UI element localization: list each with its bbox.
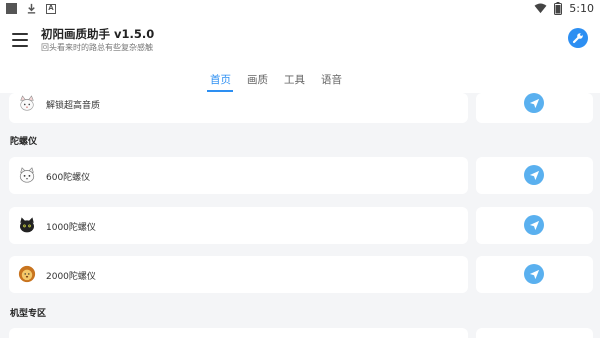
send-button[interactable] (524, 215, 544, 235)
send-icon (529, 220, 539, 230)
status-time: 5:10 (569, 2, 594, 15)
tools-button[interactable] (568, 28, 588, 48)
list-item[interactable] (9, 328, 468, 338)
send-icon (529, 170, 539, 180)
tab-indicator (207, 90, 233, 92)
list-item[interactable]: 2000陀螺仪 (9, 256, 468, 293)
section-title: 机型专区 (10, 309, 47, 319)
list-item[interactable]: 解锁超高音质 (9, 93, 468, 123)
send-button-row[interactable] (476, 328, 593, 338)
send-button[interactable] (524, 165, 544, 185)
item-label: 解锁超高音质 (46, 101, 101, 111)
section-title: 陀螺仪 (10, 137, 38, 147)
white-cat-icon (20, 95, 34, 111)
menu-icon-line (12, 39, 28, 41)
tab-quality[interactable]: 画质 (247, 72, 268, 87)
tab-voice[interactable]: 语音 (321, 72, 342, 87)
app-subtitle: 回头看来时的路总有些复杂感触 (41, 43, 153, 52)
battery-icon (554, 2, 563, 15)
send-button-row[interactable] (476, 93, 593, 123)
send-button[interactable] (524, 264, 544, 284)
item-label: 600陀螺仪 (46, 173, 91, 183)
wifi-icon (534, 3, 547, 14)
black-cat-icon (19, 217, 35, 233)
send-button[interactable] (524, 93, 544, 113)
font-icon: A (46, 3, 56, 14)
send-button-row[interactable] (476, 256, 593, 293)
item-label: 2000陀螺仪 (46, 272, 96, 282)
app-title: 初阳画质助手 v1.5.0 (41, 27, 155, 41)
item-label: 1000陀螺仪 (46, 223, 96, 233)
list-item[interactable]: 600陀螺仪 (9, 157, 468, 194)
app-bar: 初阳画质助手 v1.5.0 回头看来时的路总有些复杂感触 (0, 18, 600, 68)
status-bar-right: 5:10 (534, 2, 594, 15)
send-icon (529, 98, 539, 108)
download-icon (27, 3, 36, 14)
wrench-icon (572, 33, 583, 44)
status-bar-left: A (6, 3, 56, 14)
tab-home[interactable]: 首页 (210, 72, 231, 87)
send-icon (529, 269, 539, 279)
menu-icon-line (12, 45, 28, 47)
lion-icon (18, 265, 36, 283)
menu-icon (12, 33, 28, 35)
send-button-row[interactable] (476, 207, 593, 244)
stop-icon (6, 3, 17, 14)
send-button-row[interactable] (476, 157, 593, 194)
tab-tools[interactable]: 工具 (284, 72, 305, 87)
tab-bar: 首页 画质 工具 语音 (0, 68, 600, 93)
cat-face-icon (19, 167, 35, 183)
list-item[interactable]: 1000陀螺仪 (9, 207, 468, 244)
status-bar: A 5:10 (0, 0, 600, 18)
menu-button[interactable] (12, 33, 28, 47)
